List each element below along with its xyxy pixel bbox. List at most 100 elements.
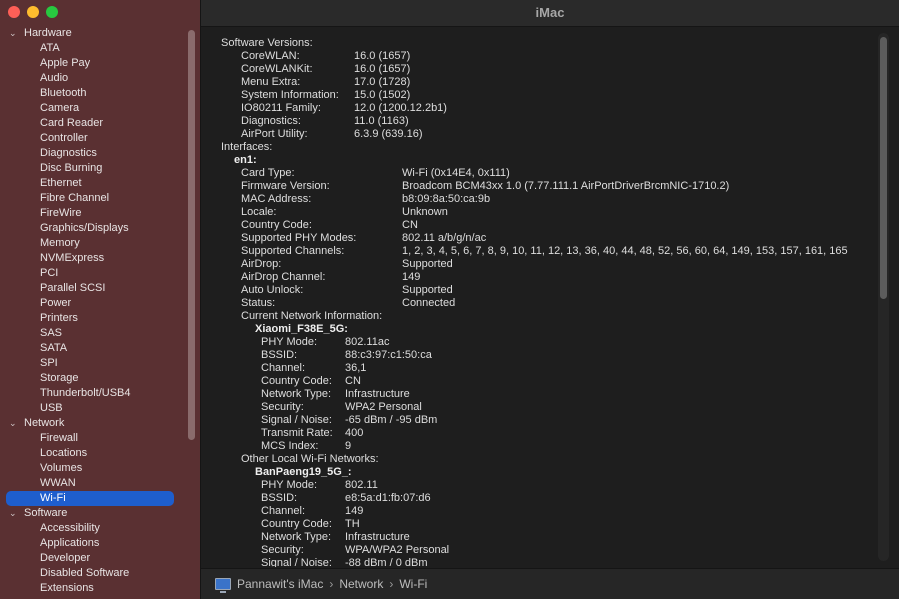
other-network-prop-value: WPA/WPA2 Personal (345, 544, 450, 556)
chevron-down-icon[interactable]: ⌄ (9, 416, 21, 431)
window-controls (8, 6, 58, 18)
interface-name: en1: (234, 154, 257, 166)
breadcrumb-item[interactable]: Network (339, 577, 383, 591)
current-network-prop-key: Transmit Rate: (261, 427, 333, 439)
sidebar-item-applications[interactable]: Applications (0, 536, 200, 551)
current-network-prop-value: Infrastructure (345, 388, 410, 400)
chevron-down-icon[interactable]: ⌄ (9, 506, 21, 521)
sidebar-item-volumes[interactable]: Volumes (0, 461, 200, 476)
current-network-prop-key: Security: (261, 401, 304, 413)
sidebar-scrollbar[interactable] (188, 30, 195, 440)
sidebar-item-camera[interactable]: Camera (0, 101, 200, 116)
sidebar-item-disc-burning[interactable]: Disc Burning (0, 161, 200, 176)
sidebar-list: ⌄ Hardware ATA Apple Pay Audio Bluetooth Camer… (0, 26, 200, 596)
detail-content: Software Versions: CoreWLAN: 16.0 (1657) Co… (201, 27, 899, 567)
sidebar-item-sata[interactable]: SATA (0, 341, 200, 356)
sidebar-item-thunderbolt-usb4[interactable]: Thunderbolt/USB4 (0, 386, 200, 401)
interface-prop-key: Status: (241, 297, 276, 309)
sidebar-item-fibre-channel[interactable]: Fibre Channel (0, 191, 200, 206)
software-version-value: 6.3.9 (639.16) (354, 128, 423, 140)
sidebar-item-firewall[interactable]: Firewall (0, 431, 200, 446)
content-scrollbar[interactable] (880, 37, 887, 299)
other-network-prop-key: Network Type: (261, 531, 332, 543)
interface-prop-value: Supported (402, 258, 453, 270)
sidebar-item-printers[interactable]: Printers (0, 311, 200, 326)
sidebar-item-memory[interactable]: Memory (0, 236, 200, 251)
sidebar-item-locations[interactable]: Locations (0, 446, 200, 461)
other-network-prop-key: Security: (261, 544, 304, 556)
interface-prop-key: AirDrop Channel: (241, 271, 326, 283)
other-network-prop-key: Signal / Noise: (261, 557, 332, 567)
current-network-prop-key: MCS Index: (261, 440, 319, 452)
sidebar-item-extensions[interactable]: Extensions (0, 581, 200, 596)
other-network-prop-key: Channel: (261, 505, 306, 517)
sidebar-item-accessibility[interactable]: Accessibility (0, 521, 200, 536)
sidebar-item-pci[interactable]: PCI (0, 266, 200, 281)
current-network-prop-value: CN (345, 375, 361, 387)
sidebar-item-ethernet[interactable]: Ethernet (0, 176, 200, 191)
sidebar-item-wwan[interactable]: WWAN (0, 476, 200, 491)
sidebar-item-controller[interactable]: Controller (0, 131, 200, 146)
sidebar-item-disabled-software[interactable]: Disabled Software (0, 566, 200, 581)
breadcrumb-separator: › (389, 577, 394, 591)
interface-prop-value: 802.11 a/b/g/n/ac (402, 232, 487, 244)
current-network-prop-value: WPA2 Personal (345, 401, 422, 413)
sidebar-item-developer[interactable]: Developer (0, 551, 200, 566)
sidebar-item-usb[interactable]: USB (0, 401, 200, 416)
window-title: iMac (201, 0, 899, 27)
software-version-value: 11.0 (1163) (354, 115, 409, 127)
sidebar-item-card-reader[interactable]: Card Reader (0, 116, 200, 131)
sidebar-item-bluetooth[interactable]: Bluetooth (0, 86, 200, 101)
software-version-value: 15.0 (1502) (354, 89, 411, 101)
software-version-value: 16.0 (1657) (354, 50, 411, 62)
interface-prop-key: MAC Address: (241, 193, 312, 205)
sidebar-section-label: Network (24, 417, 65, 429)
current-network-prop-value: 400 (345, 427, 364, 439)
other-network-prop-key: BSSID: (261, 492, 298, 504)
software-version-value: 17.0 (1728) (354, 76, 411, 88)
current-network-prop-value: 88:c3:97:c1:50:ca (345, 349, 432, 361)
breadcrumb-item[interactable]: Pannawit's iMac (237, 577, 323, 591)
sidebar-item-storage[interactable]: Storage (0, 371, 200, 386)
other-network-prop-key: PHY Mode: (261, 479, 318, 491)
software-version-key: Menu Extra: (241, 76, 301, 88)
sidebar-section-label: Hardware (24, 27, 72, 39)
sidebar-item-diagnostics[interactable]: Diagnostics (0, 146, 200, 161)
software-version-key: Diagnostics: (241, 115, 301, 127)
section-heading: Software Versions: (221, 37, 313, 49)
chevron-down-icon[interactable]: ⌄ (9, 26, 21, 41)
breadcrumb-item[interactable]: Wi-Fi (399, 577, 427, 591)
close-button[interactable] (8, 6, 20, 18)
sidebar-item-spi[interactable]: SPI (0, 356, 200, 371)
current-network-prop-value: -65 dBm / -95 dBm (345, 414, 438, 426)
sidebar-item-parallel-scsi[interactable]: Parallel SCSI (0, 281, 200, 296)
sidebar-section-hardware[interactable]: ⌄ Hardware (0, 26, 200, 41)
current-network-prop-key: Country Code: (261, 375, 332, 387)
section-heading: Interfaces: (221, 141, 273, 153)
sidebar-item-wi-fi[interactable]: Wi-Fi (6, 491, 174, 506)
sidebar-item-audio[interactable]: Audio (0, 71, 200, 86)
other-network-prop-value: TH (345, 518, 360, 530)
sidebar-item-power[interactable]: Power (0, 296, 200, 311)
sidebar-item-graphics-displays[interactable]: Graphics/Displays (0, 221, 200, 236)
sidebar: ⌄ Hardware ATA Apple Pay Audio Bluetooth Camer… (0, 0, 201, 599)
sidebar-item-firewire[interactable]: FireWire (0, 206, 200, 221)
sidebar-section-software[interactable]: ⌄ Software (0, 506, 200, 521)
interface-prop-value: Connected (402, 297, 456, 309)
sidebar-item-ata[interactable]: ATA (0, 41, 200, 56)
interface-prop-value: Supported (402, 284, 453, 296)
zoom-button[interactable] (46, 6, 58, 18)
sidebar-item-sas[interactable]: SAS (0, 326, 200, 341)
sidebar-item-apple-pay[interactable]: Apple Pay (0, 56, 200, 71)
current-network-prop-key: Signal / Noise: (261, 414, 332, 426)
interface-prop-key: Locale: (241, 206, 277, 218)
current-network-prop-key: PHY Mode: (261, 336, 318, 348)
minimize-button[interactable] (27, 6, 39, 18)
interface-prop-key: Card Type: (241, 167, 295, 179)
software-version-value: 12.0 (1200.12.2b1) (354, 102, 447, 114)
sidebar-section-network[interactable]: ⌄ Network (0, 416, 200, 431)
interface-prop-value: 1, 2, 3, 4, 5, 6, 7, 8, 9, 10, 11, 12, 1… (402, 245, 848, 257)
sidebar-item-nvmexpress[interactable]: NVMExpress (0, 251, 200, 266)
computer-icon (215, 578, 231, 593)
network-name: BanPaeng19_5G_: (255, 466, 352, 478)
